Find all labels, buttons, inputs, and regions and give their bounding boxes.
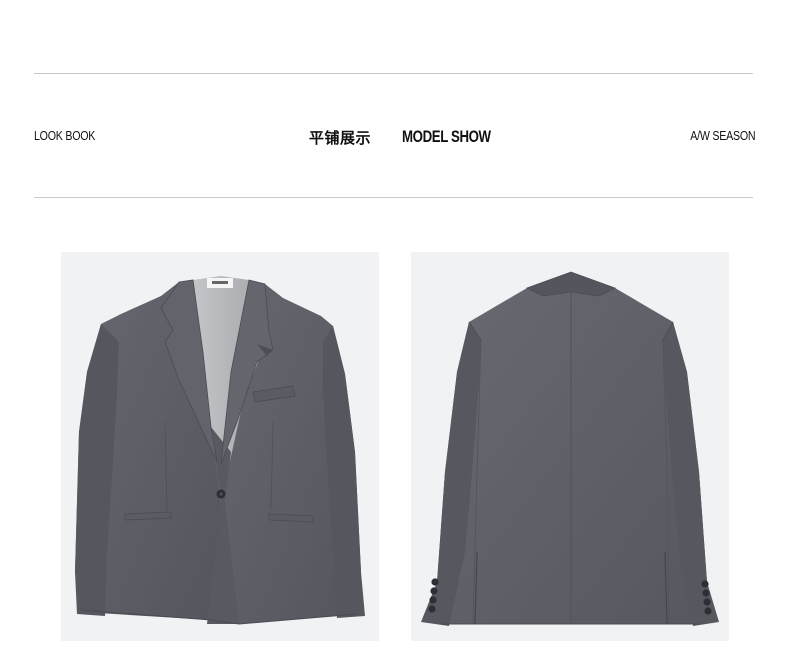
bottom-divider	[34, 197, 753, 198]
section-header: LOOK BOOK 平铺展示 MODEL SHOW A/W SEASON	[34, 124, 755, 150]
top-divider	[34, 73, 753, 74]
look-book-label: LOOK BOOK	[34, 128, 96, 143]
season-label: A/W SEASON	[689, 128, 755, 143]
suit-jacket-front-image	[75, 276, 365, 625]
title-chinese: 平铺展示	[309, 128, 372, 147]
suit-front-photo[interactable]	[61, 252, 379, 641]
suit-back-photo[interactable]	[411, 252, 729, 641]
section-title: 平铺展示 MODEL SHOW	[309, 124, 491, 150]
title-english: MODEL SHOW	[402, 127, 491, 146]
suit-jacket-back-image	[421, 271, 719, 626]
